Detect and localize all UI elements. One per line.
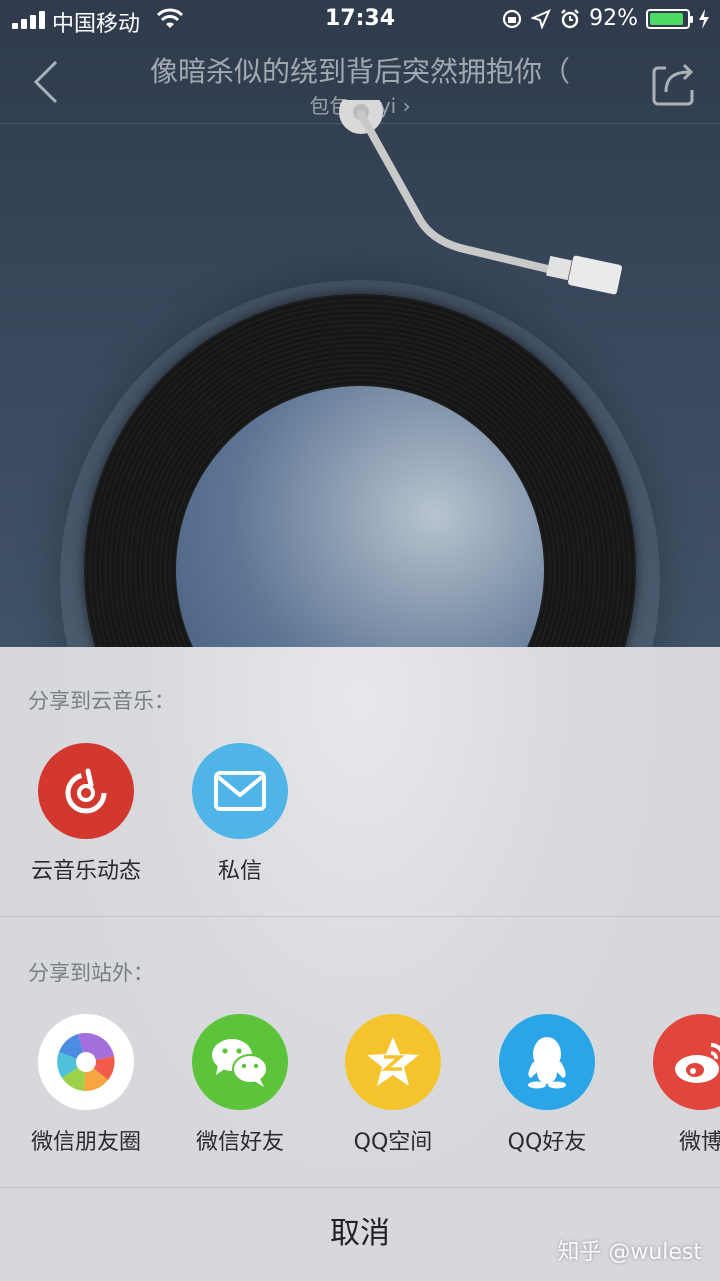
status-bar: 中国移动 17:34 92% bbox=[0, 0, 720, 40]
wechat-icon bbox=[192, 1014, 288, 1110]
watermark: 知乎 @wulest bbox=[557, 1240, 702, 1265]
envelope-icon bbox=[192, 743, 288, 839]
share-qzone[interactable]: QQ空间 bbox=[323, 1014, 463, 1156]
qzone-icon bbox=[345, 1014, 441, 1110]
qq-icon bbox=[499, 1014, 595, 1110]
share-weibo[interactable]: 微博 bbox=[631, 1014, 720, 1156]
share-label: 微信好友 bbox=[195, 1130, 284, 1155]
share-wechat-friend[interactable]: 微信好友 bbox=[170, 1014, 310, 1156]
internal-share-title: 分享到云音乐： bbox=[28, 689, 175, 713]
charging-icon bbox=[699, 8, 709, 29]
share-label: QQ好友 bbox=[507, 1130, 587, 1155]
share-qq-friend[interactable]: QQ好友 bbox=[477, 1014, 617, 1156]
section-divider bbox=[0, 916, 720, 917]
share-label: 私信 bbox=[217, 859, 262, 884]
share-label: QQ空间 bbox=[353, 1130, 433, 1155]
share-button[interactable] bbox=[648, 56, 700, 108]
battery-percent: 92% bbox=[589, 6, 638, 31]
location-icon bbox=[531, 8, 552, 29]
weibo-icon bbox=[653, 1014, 720, 1110]
battery-icon bbox=[646, 8, 693, 29]
share-label: 微博 bbox=[678, 1130, 720, 1155]
rotation-lock-icon bbox=[502, 9, 522, 28]
share-label: 微信朋友圈 bbox=[30, 1130, 141, 1155]
wechat-moments-icon bbox=[38, 1014, 134, 1110]
share-wechat-moments[interactable]: 微信朋友圈 bbox=[16, 1014, 156, 1156]
share-sheet: 分享到云音乐： 云音乐动态 私信 分享到站外： 微信朋友圈 微信好友 QQ空间 … bbox=[0, 647, 720, 1281]
song-title: 像暗杀似的绕到背后突然拥抱你（ bbox=[149, 55, 570, 88]
share-private-message[interactable]: 私信 bbox=[170, 743, 310, 885]
external-share-title: 分享到站外： bbox=[28, 961, 154, 985]
share-netease-feed[interactable]: 云音乐动态 bbox=[16, 743, 156, 885]
tonearm-icon bbox=[339, 100, 623, 295]
netease-music-icon bbox=[38, 743, 134, 839]
alarm-icon bbox=[561, 8, 579, 28]
share-label: 云音乐动态 bbox=[30, 859, 141, 884]
